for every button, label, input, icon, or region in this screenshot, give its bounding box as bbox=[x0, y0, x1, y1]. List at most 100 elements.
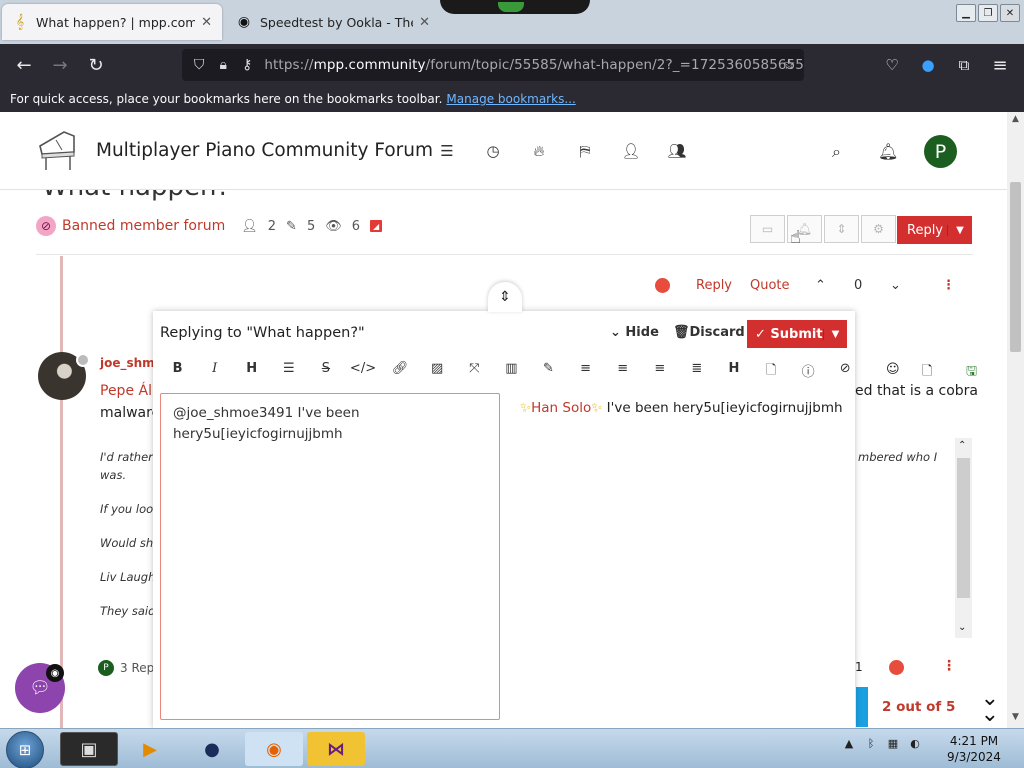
post-menu-icon[interactable]: ⋮ bbox=[942, 278, 955, 293]
italic-icon[interactable]: I bbox=[196, 361, 233, 381]
post-line-1-right: ed that is a cobra bbox=[855, 383, 978, 399]
pen-icon[interactable]: ✎ bbox=[530, 361, 567, 381]
downvote-icon[interactable]: ⌄ bbox=[890, 278, 901, 293]
user-icon[interactable]: 👤︎ bbox=[608, 142, 654, 160]
hide-preview-icon[interactable]: ⊘ bbox=[827, 361, 864, 381]
scroll-thumb[interactable] bbox=[1010, 182, 1021, 352]
inbox-icon[interactable]: ▭ bbox=[750, 215, 785, 243]
align-left-icon[interactable]: ≡ bbox=[567, 361, 604, 381]
shield-icon[interactable]: ⛉ bbox=[192, 57, 206, 73]
reply-button[interactable]: Reply ▼ bbox=[897, 216, 972, 244]
reaction-icon[interactable] bbox=[889, 660, 904, 675]
align-right-icon[interactable]: ≡ bbox=[641, 361, 678, 381]
chart-icon[interactable]: ▥ bbox=[493, 361, 530, 381]
reaction-icon[interactable] bbox=[655, 278, 670, 293]
composer-resize-handle[interactable]: ⇕ bbox=[488, 282, 522, 312]
manage-bookmarks-link[interactable]: Manage bookmarks... bbox=[446, 92, 575, 106]
close-window-icon[interactable]: ✕ bbox=[1000, 4, 1020, 22]
extensions-icon[interactable]: ⧉ bbox=[952, 54, 976, 76]
heading-icon[interactable]: H bbox=[233, 361, 270, 381]
scroll-down-icon[interactable]: ▼ bbox=[1007, 712, 1024, 726]
bold-icon[interactable]: B bbox=[159, 361, 196, 381]
bluetooth-icon[interactable]: ᛒ bbox=[862, 737, 880, 755]
restore-icon[interactable]: ❐ bbox=[978, 4, 998, 22]
image-icon[interactable]: ▨ bbox=[419, 361, 456, 381]
back-icon[interactable]: ← bbox=[12, 54, 36, 76]
quote-scrollbar[interactable]: ⌃ ⌄ bbox=[955, 438, 972, 638]
upvote-icon[interactable]: ⌃ bbox=[815, 278, 826, 293]
taskbar-clock[interactable]: 4:21 PM 9/3/2024 bbox=[946, 733, 1002, 765]
link-icon[interactable]: 🔗︎ bbox=[382, 361, 419, 381]
page-scrollbar[interactable]: ▲ ▼ bbox=[1007, 112, 1024, 728]
file-icon[interactable]: 🗋︎ bbox=[753, 361, 790, 381]
close-tab-icon[interactable]: ✕ bbox=[419, 15, 430, 30]
tab-speedtest[interactable]: ◉ Speedtest by Ookla - The Glob ✕ bbox=[226, 4, 440, 40]
globe-app-icon[interactable]: ● bbox=[183, 732, 241, 766]
fullscreen-icon[interactable]: ⤧ bbox=[456, 361, 493, 381]
code-icon[interactable]: </> bbox=[344, 361, 381, 381]
groups-icon[interactable]: 👥︎ bbox=[654, 142, 700, 160]
scroll-up-icon[interactable]: ▲ bbox=[1007, 114, 1024, 128]
visual-studio-app-icon[interactable]: ⋈ bbox=[307, 732, 365, 766]
scroll-thumb[interactable] bbox=[957, 458, 970, 598]
firefox-app-icon[interactable]: ◉ bbox=[245, 732, 303, 766]
post-pager[interactable]: 2 out of 5 ⌄ ⌄ bbox=[856, 687, 1007, 727]
menu-icon[interactable]: ≡ bbox=[988, 54, 1012, 76]
search-icon[interactable]: ⌕ bbox=[832, 142, 841, 162]
tray-arrow-icon[interactable]: ▲ bbox=[840, 737, 858, 755]
minimize-icon[interactable]: ▁ bbox=[956, 4, 976, 22]
terminal-app-icon[interactable]: ▣ bbox=[60, 732, 118, 766]
tab-what-happen[interactable]: 𝄞 What happen? | mpp.communi ✕ bbox=[2, 4, 222, 40]
list-icon[interactable]: ☰ bbox=[270, 361, 307, 381]
reload-icon[interactable]: ↻ bbox=[84, 54, 108, 76]
start-button[interactable]: ⊞ bbox=[6, 731, 44, 768]
poster-username[interactable]: joe_shm bbox=[100, 356, 155, 370]
composer-textarea[interactable]: @joe_shmoe3491 I've been hery5u[ieyicfog… bbox=[160, 393, 500, 720]
user-avatar[interactable]: P bbox=[924, 135, 957, 168]
scroll-up-icon[interactable]: ⌃ bbox=[958, 440, 966, 451]
chevron-down-icon[interactable]: ▼ bbox=[823, 328, 847, 340]
scroll-down-icon[interactable]: ⌄ bbox=[958, 622, 966, 633]
url-bar[interactable]: ⛉ 🔒︎ ⚷ https://mpp.community/forum/topic… bbox=[182, 49, 804, 81]
replies-link[interactable]: 3 Rep bbox=[120, 661, 154, 675]
tags-icon[interactable]: ⛿ bbox=[562, 142, 608, 160]
hide-button[interactable]: ⌄ Hide bbox=[610, 325, 659, 340]
bookmark-star-icon[interactable]: ☆ bbox=[780, 57, 798, 73]
post-reply-link[interactable]: Reply bbox=[696, 278, 732, 293]
gear-icon[interactable]: ⚙ bbox=[861, 215, 896, 243]
heading2-icon[interactable]: H bbox=[715, 361, 752, 381]
lock-icon[interactable]: 🔒︎ bbox=[216, 57, 230, 73]
justify-icon[interactable]: ≣ bbox=[678, 361, 715, 381]
account-icon[interactable]: ● bbox=[916, 54, 940, 76]
preview-mention[interactable]: Han Solo bbox=[531, 400, 591, 416]
info-icon[interactable]: ⓘ bbox=[790, 361, 827, 381]
chevron-down-icon[interactable]: ▼ bbox=[947, 224, 972, 236]
discard-button[interactable]: 🗑︎Discard bbox=[673, 325, 745, 340]
submit-button[interactable]: ✓ Submit ▼ bbox=[747, 320, 847, 348]
permissions-icon[interactable]: ⚷ bbox=[240, 57, 254, 73]
volume-icon[interactable]: ◐ bbox=[906, 737, 924, 755]
posts-count: 5 bbox=[306, 218, 316, 234]
pocket-icon[interactable]: ♡ bbox=[880, 54, 904, 76]
double-chevron-down-icon[interactable]: ⌄ ⌄ bbox=[981, 688, 999, 726]
poster-avatar[interactable] bbox=[38, 352, 90, 400]
site-title[interactable]: Multiplayer Piano Community Forum bbox=[96, 140, 433, 161]
replier-avatar[interactable]: P bbox=[98, 660, 114, 676]
media-player-app-icon[interactable]: ▶ bbox=[121, 732, 179, 766]
rss-icon[interactable]: ◢ bbox=[370, 220, 383, 232]
recent-icon[interactable]: ◷ bbox=[470, 142, 516, 160]
notifications-bell-icon[interactable]: 🔔︎ bbox=[878, 142, 898, 161]
align-center-icon[interactable]: ≡ bbox=[604, 361, 641, 381]
sort-icon[interactable]: ⇕ bbox=[824, 215, 859, 243]
strikethrough-icon[interactable]: S bbox=[307, 361, 344, 381]
url-text[interactable]: https://mpp.community/forum/topic/55585/… bbox=[264, 57, 804, 73]
network-icon[interactable]: ▦ bbox=[884, 737, 902, 755]
popular-fire-icon[interactable]: 🔥︎ bbox=[516, 142, 562, 160]
post-quote-link[interactable]: Quote bbox=[750, 278, 790, 293]
close-tab-icon[interactable]: ✕ bbox=[201, 15, 212, 30]
categories-icon[interactable]: ☰ bbox=[424, 142, 470, 160]
post-menu-icon[interactable]: ⋮ bbox=[942, 658, 956, 674]
forward-icon[interactable]: → bbox=[48, 54, 72, 76]
category-link[interactable]: Banned member forum bbox=[62, 218, 225, 234]
piano-logo[interactable] bbox=[34, 126, 80, 174]
